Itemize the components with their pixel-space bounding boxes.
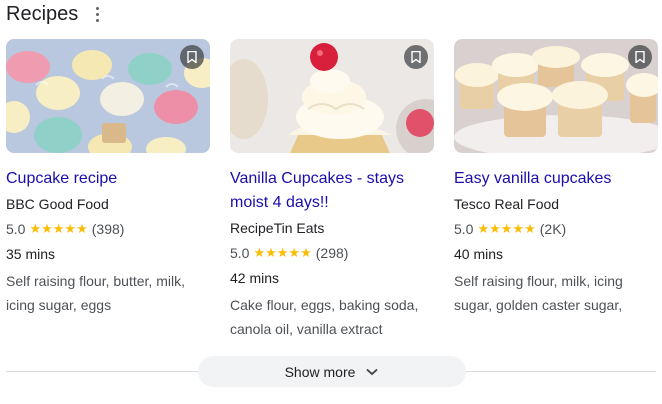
bookmark-icon[interactable]	[180, 45, 204, 69]
rating-stars-icon: ★★★★★	[253, 245, 312, 260]
rating-value: 5.0	[454, 221, 474, 237]
review-count: (398)	[91, 221, 125, 237]
bookmark-icon[interactable]	[404, 45, 428, 69]
recipe-source: BBC Good Food	[6, 196, 109, 212]
review-count: (298)	[315, 245, 349, 261]
recipes-header: Recipes	[6, 0, 104, 28]
recipe-title-link[interactable]: Vanilla Cupcakes - stays moist 4 days!!	[230, 167, 434, 215]
bookmark-icon[interactable]	[628, 45, 652, 69]
recipe-ingredients: Self raising flour, butter, milk, icing …	[6, 273, 185, 313]
section-title: Recipes	[6, 2, 79, 25]
rating-stars-icon: ★★★★★	[29, 221, 88, 236]
recipe-title-link[interactable]: Cupcake recipe	[6, 167, 210, 191]
recipe-card[interactable]: Easy vanilla cupcakes Tesco Real Food 5.…	[454, 39, 658, 341]
show-more-button[interactable]: Show more	[198, 356, 466, 387]
recipe-rating: 5.0 ★★★★★ (2K)	[454, 219, 658, 239]
review-count: (2K)	[539, 221, 567, 237]
colorful-cupcakes-image[interactable]	[6, 39, 210, 153]
recipe-rating: 5.0 ★★★★★ (298)	[230, 243, 434, 263]
rating-value: 5.0	[230, 245, 250, 261]
rating-value: 5.0	[6, 221, 26, 237]
recipe-rating: 5.0 ★★★★★ (398)	[6, 219, 210, 239]
recipe-card[interactable]: Cupcake recipe BBC Good Food 5.0 ★★★★★ (…	[6, 39, 210, 341]
recipe-source: RecipeTin Eats	[230, 220, 325, 236]
recipe-cards: Cupcake recipe BBC Good Food 5.0 ★★★★★ (…	[6, 39, 658, 341]
more-vert-icon[interactable]	[90, 4, 104, 24]
chevron-down-icon	[365, 367, 379, 377]
recipe-ingredients: Cake flour, eggs, baking soda, canola oi…	[230, 297, 419, 337]
recipe-ingredients: Self raising flour, milk, icing sugar, g…	[454, 273, 623, 313]
show-more-label: Show more	[284, 363, 356, 380]
recipe-source: Tesco Real Food	[454, 196, 560, 212]
recipe-title-link[interactable]: Easy vanilla cupcakes	[454, 167, 658, 191]
recipe-time: 40 mins	[454, 246, 504, 262]
rating-stars-icon: ★★★★★	[477, 221, 536, 236]
recipe-time: 42 mins	[230, 270, 280, 286]
recipe-card[interactable]: Vanilla Cupcakes - stays moist 4 days!! …	[230, 39, 434, 341]
vanilla-cupcakes-stand-image[interactable]	[454, 39, 658, 153]
vanilla-cupcake-raspberry-image[interactable]	[230, 39, 434, 153]
recipe-time: 35 mins	[6, 246, 56, 262]
